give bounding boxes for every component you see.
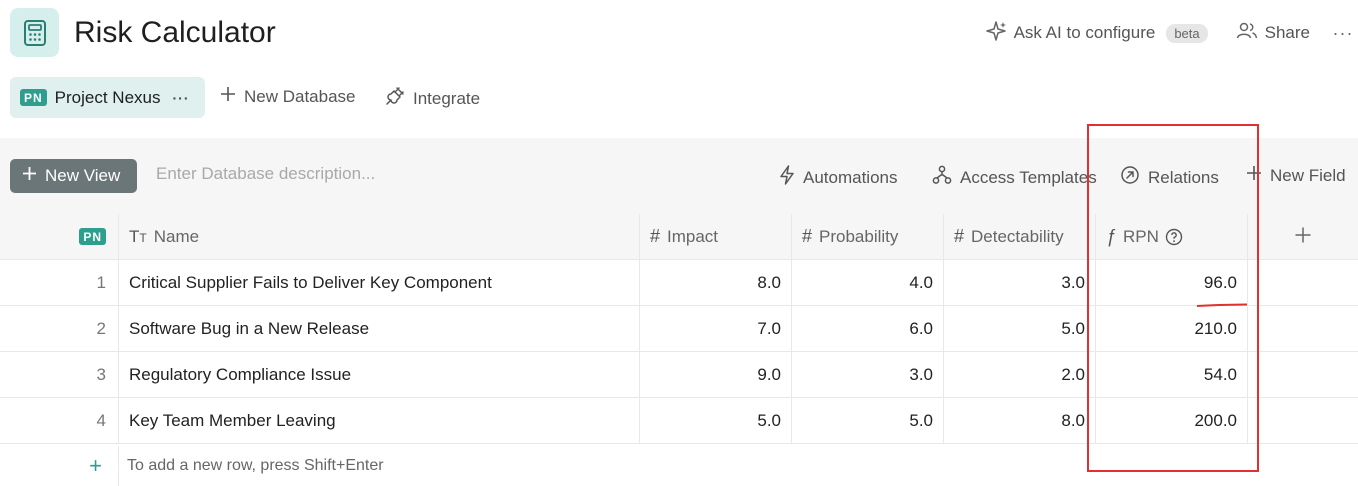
more-icon: ··· — [1332, 22, 1354, 43]
cell-impact[interactable]: 7.0 — [640, 306, 792, 351]
cell-impact[interactable]: 9.0 — [640, 352, 792, 397]
beta-badge: beta — [1166, 23, 1208, 43]
plus-icon — [1246, 165, 1262, 186]
ask-ai-button[interactable]: Ask AI to configure beta — [985, 20, 1208, 47]
row-index: 3 — [0, 352, 119, 397]
column-header-impact[interactable]: # Impact — [640, 214, 792, 259]
column-impact-label: Impact — [667, 226, 719, 246]
tab-project-nexus[interactable]: PN Project Nexus ··· — [10, 77, 205, 118]
cell-empty — [1248, 260, 1358, 305]
plus-icon — [1294, 223, 1312, 251]
cell-empty — [1248, 306, 1358, 351]
table-row[interactable]: 3 Regulatory Compliance Issue 9.0 3.0 2.0 54.… — [0, 352, 1358, 398]
new-field-label: New Field — [1270, 165, 1346, 185]
row-index: 4 — [0, 398, 119, 443]
add-row-hint: To add a new row, press Shift+Enter — [127, 457, 384, 474]
access-templates-button[interactable]: Access Templates — [932, 165, 1097, 190]
add-column-button[interactable] — [1248, 214, 1358, 259]
tab-project-label: Project Nexus — [54, 87, 161, 107]
cell-rpn: 96.0 — [1096, 260, 1248, 305]
plus-icon — [220, 86, 236, 107]
cell-rpn: 54.0 — [1096, 352, 1248, 397]
number-type-icon: # — [954, 226, 965, 246]
formula-icon: ƒ — [1106, 226, 1117, 246]
new-database-button[interactable]: New Database — [220, 86, 356, 107]
column-detectability-label: Detectability — [971, 226, 1064, 246]
lightning-icon — [779, 165, 795, 190]
index-column-header: PN — [0, 214, 119, 259]
new-view-label: New View — [45, 166, 121, 185]
plus-icon — [22, 166, 37, 186]
share-label: Share — [1264, 23, 1310, 42]
plug-icon — [385, 86, 405, 111]
cell-name[interactable]: Critical Supplier Fails to Deliver Key C… — [119, 260, 640, 305]
row-index: 2 — [0, 306, 119, 351]
automations-button[interactable]: Automations — [779, 165, 898, 190]
text-type-icon: TT — [129, 226, 147, 246]
cell-detectability[interactable]: 3.0 — [944, 260, 1096, 305]
database-description-input[interactable] — [156, 164, 576, 184]
relations-button[interactable]: Relations — [1120, 165, 1219, 190]
column-rpn-label: RPN — [1123, 226, 1159, 246]
cell-impact[interactable]: 8.0 — [640, 260, 792, 305]
relations-label: Relations — [1148, 167, 1219, 187]
more-options-button[interactable]: ··· — [1328, 23, 1358, 44]
number-type-icon: # — [650, 226, 661, 246]
add-row-button[interactable]: + — [0, 446, 119, 486]
integrate-button[interactable]: Integrate — [385, 86, 480, 111]
column-probability-label: Probability — [819, 226, 899, 246]
table-row[interactable]: 1 Critical Supplier Fails to Deliver Key … — [0, 260, 1358, 306]
integrate-label: Integrate — [413, 88, 481, 108]
column-header-probability[interactable]: # Probability — [792, 214, 944, 259]
page-title: Risk Calculator — [74, 16, 276, 49]
cell-probability[interactable]: 6.0 — [792, 306, 944, 351]
cell-probability[interactable]: 4.0 — [792, 260, 944, 305]
cell-empty — [1248, 352, 1358, 397]
cell-name[interactable]: Key Team Member Leaving — [119, 398, 640, 443]
number-type-icon: # — [802, 226, 813, 246]
hierarchy-icon — [932, 165, 952, 190]
column-header-detectability[interactable]: # Detectability — [944, 214, 1096, 259]
cell-name[interactable]: Software Bug in a New Release — [119, 306, 640, 351]
new-database-label: New Database — [244, 86, 356, 106]
cell-probability[interactable]: 3.0 — [792, 352, 944, 397]
project-badge: PN — [20, 89, 47, 106]
relation-arrow-icon — [1120, 165, 1140, 190]
users-icon — [1236, 22, 1258, 45]
cell-probability[interactable]: 5.0 — [792, 398, 944, 443]
column-header-rpn[interactable]: ƒ RPN — [1096, 214, 1248, 259]
table-row[interactable]: 2 Software Bug in a New Release 7.0 6.0 5.0 2… — [0, 306, 1358, 352]
help-circle-icon[interactable] — [1165, 228, 1183, 246]
automations-label: Automations — [803, 167, 898, 187]
header-actions: Ask AI to configure beta Share ··· — [985, 18, 1358, 48]
column-name-label: Name — [153, 226, 200, 246]
tab-more-icon[interactable]: ··· — [173, 90, 190, 106]
row-index: 1 — [0, 260, 119, 305]
share-button[interactable]: Share — [1236, 22, 1310, 45]
calculator-icon — [10, 8, 59, 57]
cell-impact[interactable]: 5.0 — [640, 398, 792, 443]
cell-detectability[interactable]: 5.0 — [944, 306, 1096, 351]
access-templates-label: Access Templates — [960, 167, 1097, 187]
new-view-button[interactable]: New View — [10, 159, 137, 193]
new-field-button[interactable]: New Field — [1246, 165, 1346, 186]
table-header-row: PN TT Name # Impact # Probability # Dete… — [0, 214, 1358, 260]
column-header-name[interactable]: TT Name — [119, 214, 640, 259]
cell-rpn: 210.0 — [1096, 306, 1248, 351]
ask-ai-label: Ask AI to configure — [1013, 23, 1156, 42]
add-row-bar[interactable]: + To add a new row, press Shift+Enter — [0, 446, 1358, 486]
cell-detectability[interactable]: 8.0 — [944, 398, 1096, 443]
table-row[interactable]: 4 Key Team Member Leaving 5.0 5.0 8.0 200.0 — [0, 398, 1358, 444]
cell-rpn: 200.0 — [1096, 398, 1248, 443]
toolbar: New View Automations Access Templates Re… — [0, 138, 1358, 214]
sparkle-icon — [985, 20, 1007, 47]
cell-name[interactable]: Regulatory Compliance Issue — [119, 352, 640, 397]
cell-empty — [1248, 398, 1358, 443]
cell-detectability[interactable]: 2.0 — [944, 352, 1096, 397]
index-badge: PN — [79, 228, 106, 245]
